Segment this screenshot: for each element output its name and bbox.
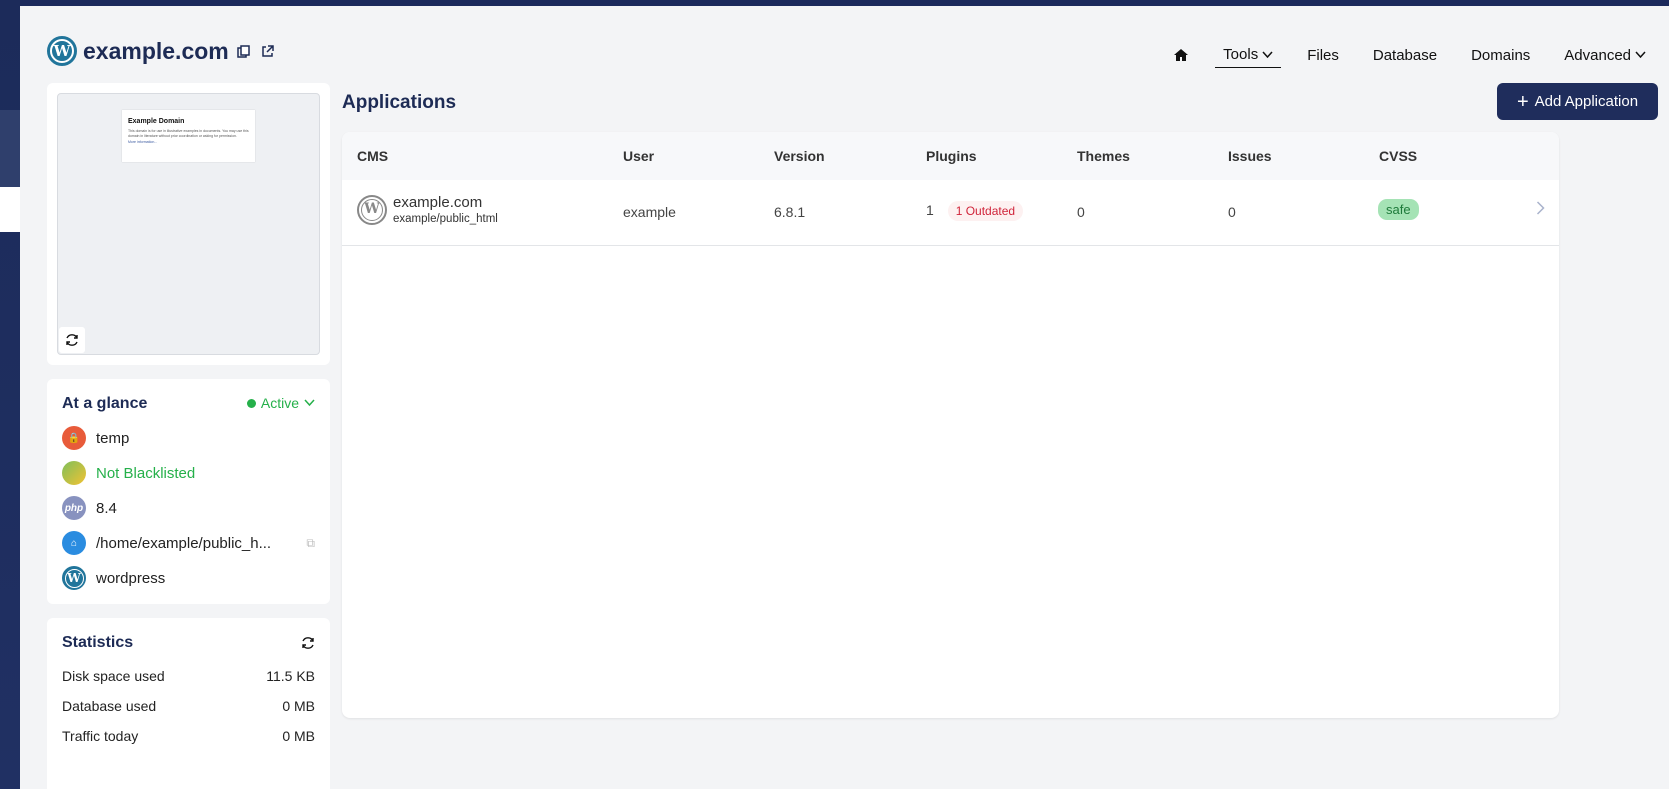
col-version[interactable]: Version — [774, 148, 825, 164]
preview-refresh-button[interactable] — [59, 327, 85, 353]
preview-page: Example Domain This domain is for use in… — [122, 110, 255, 162]
sidebar-block[interactable] — [0, 110, 20, 187]
preview-link: More information... — [128, 140, 158, 144]
site-preview-card: Example Domain This domain is for use in… — [47, 83, 330, 365]
statistics-card: Statistics Disk space used 11.5 KB Datab… — [47, 618, 330, 789]
status-dropdown[interactable]: Active — [246, 395, 315, 411]
chevron-down-icon — [1262, 50, 1273, 58]
user-cell: example — [623, 204, 676, 220]
globe-icon — [62, 461, 86, 485]
top-nav: Tools Files Database Domains Advanced — [1165, 42, 1654, 68]
app-type: wordpress — [96, 569, 166, 587]
left-sidebar-strip — [0, 0, 20, 789]
stat-label: Database used — [62, 698, 157, 714]
nav-tools-label: Tools — [1223, 46, 1259, 63]
glance-title: At a glance — [62, 395, 148, 412]
col-issues[interactable]: Issues — [1228, 148, 1272, 164]
copy-path-icon[interactable]: ⧉ — [306, 536, 315, 551]
statistics-refresh-button[interactable] — [301, 636, 315, 654]
nav-files[interactable]: Files — [1299, 43, 1347, 68]
statistics-title: Statistics — [62, 634, 134, 651]
site-preview[interactable]: Example Domain This domain is for use in… — [57, 93, 320, 355]
preview-text: This domain is for use in illustrative e… — [128, 129, 249, 138]
stat-row-disk: Disk space used 11.5 KB — [62, 668, 315, 684]
external-link-icon[interactable] — [259, 42, 277, 60]
nav-tools[interactable]: Tools — [1215, 42, 1282, 68]
nav-advanced-label: Advanced — [1564, 46, 1631, 64]
themes-cell: 0 — [1077, 204, 1085, 220]
cms-name: example.com — [393, 194, 483, 211]
cms-info: example.com example/public_html — [393, 194, 498, 225]
copy-icon[interactable] — [235, 42, 253, 60]
stat-value: 11.5 KB — [266, 668, 315, 684]
nav-advanced[interactable]: Advanced — [1556, 43, 1654, 68]
add-application-label: Add Application — [1534, 93, 1639, 110]
doc-root-path: /home/example/public_h... — [96, 534, 272, 552]
wordpress-icon: W — [357, 194, 387, 225]
glance-row-blacklist: Not Blacklisted — [62, 461, 315, 485]
add-application-button[interactable]: + Add Application — [1497, 83, 1658, 120]
glance-row-app: W wordpress — [62, 566, 315, 590]
refresh-icon — [302, 637, 314, 649]
php-icon: php — [62, 496, 86, 520]
cms-path: example/public_html — [393, 213, 498, 225]
main-content: W example.com Tools Files Database Domai… — [20, 6, 1669, 789]
folder-icon: ⌂ — [62, 531, 86, 555]
stat-row-database: Database used 0 MB — [62, 698, 315, 714]
col-themes[interactable]: Themes — [1077, 148, 1130, 164]
outdated-badge: 1 Outdated — [947, 201, 1024, 221]
status-label: Active — [260, 395, 299, 411]
issues-cell: 0 — [1228, 204, 1236, 220]
plugins-count: 1 — [926, 202, 934, 218]
chevron-down-icon — [304, 399, 315, 407]
applications-title: Applications — [342, 92, 457, 113]
col-user[interactable]: User — [623, 148, 654, 164]
nav-database[interactable]: Database — [1365, 43, 1445, 68]
chevron-right-icon[interactable] — [1536, 200, 1545, 219]
site-title: W example.com — [47, 36, 277, 66]
wordpress-logo-icon: W — [47, 36, 77, 66]
ssl-value: temp — [96, 429, 130, 447]
col-cms[interactable]: CMS — [357, 148, 388, 164]
glance-row-php[interactable]: php 8.4 — [62, 496, 315, 520]
wordpress-icon: W — [62, 566, 86, 590]
refresh-icon — [66, 334, 78, 346]
table-header: CMS User Version Plugins Themes Issues C… — [342, 132, 1559, 180]
status-dot-icon — [246, 398, 256, 408]
stat-label: Disk space used — [62, 668, 165, 684]
site-name: example.com — [83, 37, 229, 64]
version-cell: 6.8.1 — [774, 204, 806, 220]
blacklist-value: Not Blacklisted — [96, 464, 196, 482]
stat-label: Traffic today — [62, 728, 139, 744]
stat-value: 0 MB — [282, 728, 315, 744]
col-cvss[interactable]: CVSS — [1379, 148, 1417, 164]
home-icon — [1174, 49, 1189, 61]
at-a-glance-card: At a glance Active 🔒 temp Not Blackliste… — [47, 379, 330, 604]
cvss-safe-badge: safe — [1378, 199, 1419, 220]
stat-value: 0 MB — [282, 698, 315, 714]
plugins-cell: 1 1 Outdated — [926, 201, 1024, 221]
table-row[interactable]: W example.com example/public_html exampl… — [342, 180, 1559, 246]
glance-row-ssl[interactable]: 🔒 temp — [62, 426, 315, 450]
home-button[interactable] — [1165, 43, 1197, 67]
plus-icon: + — [1516, 90, 1529, 113]
cms-cell: W example.com example/public_html — [357, 194, 498, 225]
ssl-lock-icon: 🔒 — [62, 426, 86, 450]
nav-domains[interactable]: Domains — [1463, 43, 1538, 68]
col-plugins[interactable]: Plugins — [926, 148, 977, 164]
stat-row-traffic: Traffic today 0 MB — [62, 728, 315, 744]
chevron-down-icon — [1635, 51, 1646, 59]
php-version: 8.4 — [96, 499, 117, 517]
sidebar-active-block[interactable] — [0, 187, 20, 232]
applications-table: CMS User Version Plugins Themes Issues C… — [342, 132, 1559, 718]
glance-row-path: ⌂ /home/example/public_h... ⧉ — [62, 531, 315, 555]
preview-title: Example Domain — [128, 118, 185, 125]
